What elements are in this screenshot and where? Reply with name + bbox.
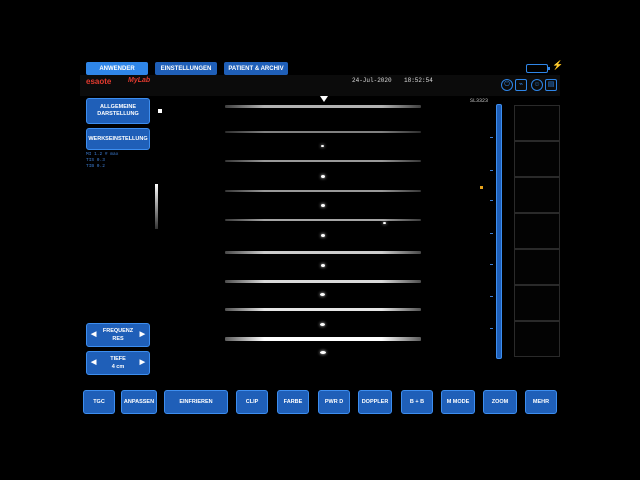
depth-tick xyxy=(490,137,493,138)
power-icon[interactable]: ⏻ xyxy=(501,79,513,91)
general-display-line1: ALLGEMEINE xyxy=(99,104,137,110)
clip-thumbnail[interactable] xyxy=(514,321,560,357)
product-logo: MyLab xyxy=(128,77,151,84)
menu-icon[interactable]: ▤ xyxy=(545,79,557,91)
grayscale-bar xyxy=(155,184,158,229)
echo-dot xyxy=(320,351,326,354)
clip-thumbnail[interactable] xyxy=(514,177,560,213)
date-display: 24-Jul-2020 xyxy=(352,77,392,84)
color-button[interactable]: FARBE xyxy=(277,390,309,414)
echo-line xyxy=(225,308,421,311)
echo-dot xyxy=(383,222,386,224)
echo-line xyxy=(225,337,421,341)
factory-setting-label: WERKSEINSTELLUNG xyxy=(88,135,148,142)
depth-tick xyxy=(490,233,493,234)
frequency-control[interactable]: ◀ FREQUENZ RES ▶ xyxy=(86,323,150,347)
chevron-right-icon[interactable]: ▶ xyxy=(140,330,145,338)
depth-tick xyxy=(490,328,493,329)
factory-setting-button[interactable]: WERKSEINSTELLUNG xyxy=(86,128,150,150)
echo-dot xyxy=(320,293,325,296)
clip-button[interactable]: CLIP xyxy=(236,390,268,414)
echo-dot xyxy=(320,323,325,326)
acoustic-info: MI 1.2 # max TIS 0.3 TIB 0.2 xyxy=(86,152,118,170)
clip-thumbnail[interactable] xyxy=(514,141,560,177)
tab-einstellungen[interactable]: EINSTELLUNGEN xyxy=(155,62,217,75)
general-display-button[interactable]: ALLGEMEINE DARSTELLUNG xyxy=(86,98,150,124)
depth-tick xyxy=(490,200,493,201)
echo-line xyxy=(225,105,421,108)
tab-patient-archiv[interactable]: PATIENT & ARCHIV xyxy=(224,62,288,75)
general-display-line2: DARSTELLUNG xyxy=(97,111,139,117)
echo-dot xyxy=(321,175,325,178)
depth-control[interactable]: ◀ TIEFE 4 cm ▶ xyxy=(86,351,150,375)
echo-line xyxy=(225,280,421,283)
depth-tick xyxy=(490,170,493,171)
clip-thumbnail[interactable] xyxy=(514,285,560,321)
doppler-button[interactable]: DOPPLER xyxy=(358,390,392,414)
m-mode-button[interactable]: M MODE xyxy=(441,390,475,414)
brand-logo: esaote xyxy=(86,77,112,86)
anpassen-button[interactable]: ANPASSEN xyxy=(121,390,157,414)
freeze-button[interactable]: EINFRIEREN xyxy=(164,390,228,414)
echo-line xyxy=(225,251,421,254)
probe-label: SL3323 xyxy=(470,98,489,104)
depth-tick xyxy=(490,264,493,265)
focus-marker[interactable] xyxy=(480,186,483,189)
more-button[interactable]: MEHR xyxy=(525,390,557,414)
depth-tick xyxy=(490,296,493,297)
info-line: TIB 0.2 xyxy=(86,164,105,169)
tab-anwender[interactable]: ANWENDER xyxy=(86,62,148,75)
echo-dot xyxy=(321,234,325,237)
echo-line xyxy=(225,219,421,221)
battery-icon xyxy=(526,64,550,73)
focus-indicator xyxy=(158,109,162,113)
power-doppler-button[interactable]: PWR D xyxy=(318,390,350,414)
tgc-button[interactable]: TGC xyxy=(83,390,115,414)
charging-icon: ⚡ xyxy=(552,60,564,70)
echo-line xyxy=(225,190,421,192)
echo-dot xyxy=(321,204,325,207)
clip-thumbnail[interactable] xyxy=(514,213,560,249)
clip-thumbnail[interactable] xyxy=(514,105,560,141)
depth-scale[interactable] xyxy=(496,104,502,359)
user-icon[interactable]: ☺ xyxy=(531,79,543,91)
chevron-right-icon[interactable]: ▶ xyxy=(140,358,145,366)
echo-line xyxy=(225,131,421,133)
network-icon: ⌁ xyxy=(515,79,527,91)
echo-dot xyxy=(321,264,325,267)
status-bar xyxy=(80,75,560,96)
clip-thumbnail[interactable] xyxy=(514,249,560,285)
orientation-marker-icon xyxy=(320,96,328,102)
zoom-button[interactable]: ZOOM xyxy=(483,390,517,414)
dual-mode-button[interactable]: B + B xyxy=(401,390,433,414)
echo-dot xyxy=(321,145,324,147)
time-display: 18:52:54 xyxy=(404,77,433,84)
echo-line xyxy=(225,160,421,162)
